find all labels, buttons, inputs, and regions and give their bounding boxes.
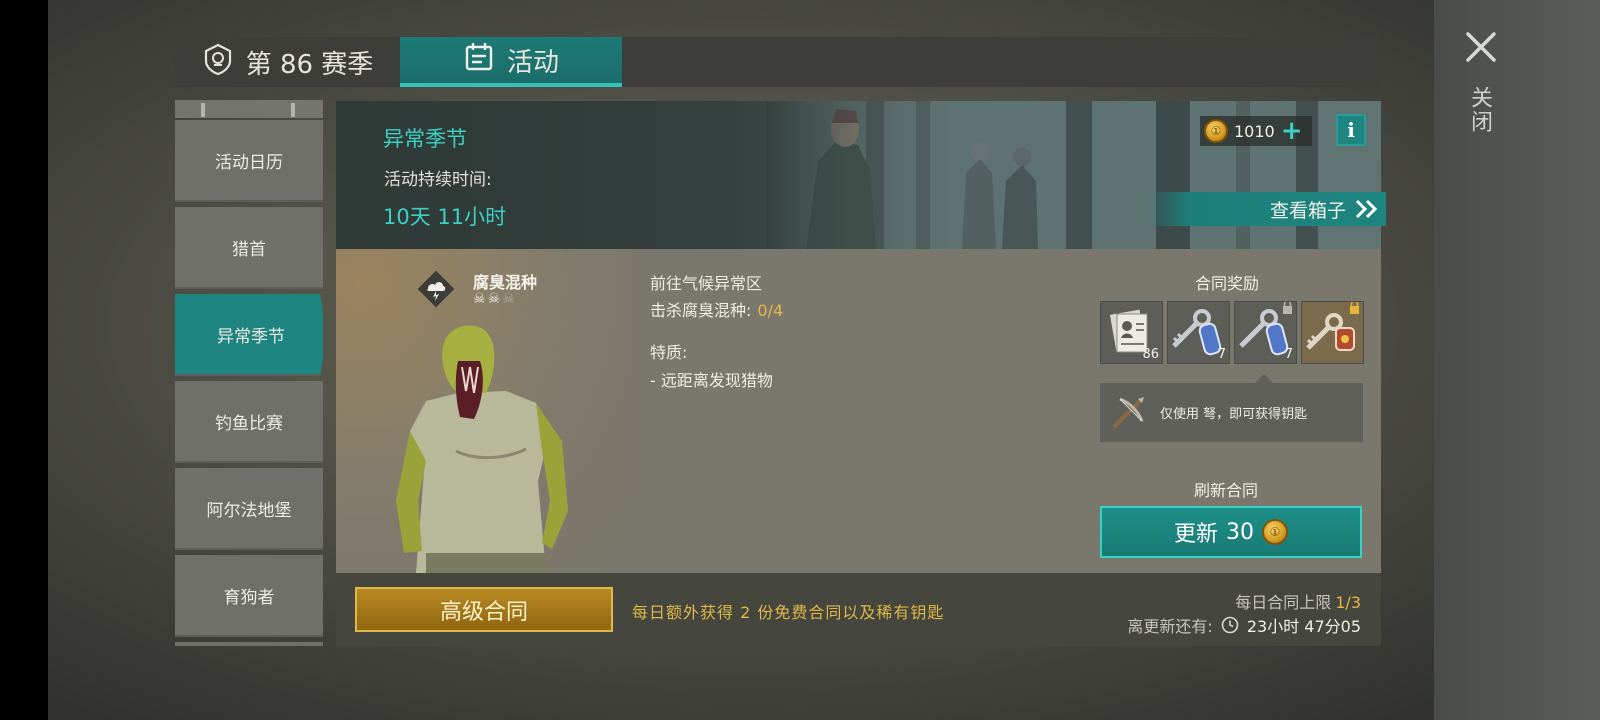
sidebar-item-label: 阿尔法地堡 xyxy=(206,500,292,521)
red-key-locked-icon xyxy=(1306,302,1359,351)
coin-icon xyxy=(1262,519,1288,545)
reward-blue-key-locked[interactable]: 7 xyxy=(1234,301,1297,364)
premium-contract-description: 每日额外获得 2 份免费合同以及稀有钥匙 xyxy=(632,603,945,622)
reward-red-key-locked[interactable] xyxy=(1301,301,1364,364)
reward-condition-text: 仅使用 弩，即可获得钥匙 xyxy=(1160,407,1308,422)
task-goal: 前往气候异常区 xyxy=(650,274,763,293)
next-refresh: 离更新还有: 23小时 47分05 xyxy=(1127,613,1361,637)
close-label[interactable]: 关闭 xyxy=(1467,86,1495,134)
tab-season-label: 第 86 赛季 xyxy=(245,49,374,80)
reward-count: 7 xyxy=(1284,347,1293,362)
sidebar-item-alpha-bunker[interactable]: 阿尔法地堡 xyxy=(175,468,323,550)
task-kill: 击杀腐臭混种: 0/4 xyxy=(650,297,783,321)
view-box-button[interactable]: 查看箱子 xyxy=(1146,192,1386,226)
zombie-portrait xyxy=(396,325,568,573)
tab-bar: 第 86 赛季 活动 xyxy=(175,37,1381,87)
premium-contract-button[interactable]: 高级合同 xyxy=(355,587,613,632)
skull-icon: ☠ xyxy=(473,291,486,307)
event-duration-value: 10天 11小时 xyxy=(383,205,507,229)
next-refresh-label: 离更新还有: xyxy=(1127,617,1213,636)
sidebar: 活动日历 猎首 异常季节 钓鱼比赛 阿尔法地堡 育狗者 xyxy=(175,100,323,646)
sidebar-item-next[interactable] xyxy=(175,642,323,646)
double-chevron-right-icon xyxy=(1355,199,1378,219)
event-title: 异常季节 xyxy=(383,127,467,151)
footer-bar: 高级合同 每日额外获得 2 份免费合同以及稀有钥匙 每日合同上限 1/3 离更新还… xyxy=(336,573,1381,646)
background-right-strip xyxy=(1434,0,1600,720)
daily-limit-value: 1/3 xyxy=(1335,593,1361,612)
sidebar-item-headhunt[interactable]: 猎首 xyxy=(175,207,323,289)
task-kill-label: 击杀腐臭混种: xyxy=(650,301,752,320)
info-button[interactable]: i xyxy=(1336,114,1366,146)
sidebar-item-label: 异常季节 xyxy=(217,326,285,347)
skull-icon: ☠ xyxy=(502,291,515,307)
daily-limit-label: 每日合同上限 xyxy=(1235,593,1332,612)
traits-label: 特质: xyxy=(650,343,688,362)
currency-box: 1010 + xyxy=(1200,116,1312,146)
view-box-label: 查看箱子 xyxy=(1269,199,1346,222)
contract-info-panel: 前往气候异常区 击杀腐臭混种: 0/4 特质: - 远距离发现猎物 合同奖励 86… xyxy=(632,249,1381,573)
reward-condition-note: 仅使用 弩，即可获得钥匙 xyxy=(1100,374,1363,442)
storm-lightning-icon xyxy=(417,270,455,308)
trait-item-label: 远距离发现猎物 xyxy=(660,371,773,390)
reward-dossier[interactable]: 86 xyxy=(1100,301,1163,364)
sidebar-item-label: 猎首 xyxy=(232,239,266,260)
enemy-panel: 腐臭混种 ☠ ☠ ☠ xyxy=(336,249,632,573)
daily-limit: 每日合同上限 1/3 xyxy=(1235,589,1361,613)
refresh-cost: 30 xyxy=(1226,519,1254,545)
sidebar-item-dog-breeder[interactable]: 育狗者 xyxy=(175,555,323,637)
close-icon[interactable] xyxy=(1462,28,1500,66)
sidebar-item-fishing[interactable]: 钓鱼比赛 xyxy=(175,381,323,463)
reward-count: 86 xyxy=(1142,347,1159,362)
difficulty-rating: ☠ ☠ ☠ xyxy=(473,291,515,307)
task-kill-progress: 0/4 xyxy=(757,301,784,320)
coin-icon xyxy=(1204,119,1228,143)
tab-activity-label: 活动 xyxy=(506,47,559,78)
next-refresh-time: 23小时 47分05 xyxy=(1246,617,1361,636)
currency-amount: 1010 xyxy=(1234,121,1275,141)
scroll-notch xyxy=(291,103,295,117)
sidebar-scroll-top xyxy=(175,100,323,118)
sidebar-item-calendar[interactable]: 活动日历 xyxy=(175,120,323,202)
enemy-name: 腐臭混种 xyxy=(473,273,538,292)
rewards-title: 合同奖励 xyxy=(1195,274,1260,293)
tab-season[interactable]: 第 86 赛季 xyxy=(175,37,400,87)
refresh-title: 刷新合同 xyxy=(1194,481,1259,500)
crossbow-icon xyxy=(1112,396,1144,428)
reward-count: 7 xyxy=(1217,347,1226,362)
add-currency-button[interactable]: + xyxy=(1281,118,1303,144)
sidebar-item-label: 育狗者 xyxy=(223,587,275,608)
scroll-notch xyxy=(201,103,205,117)
sidebar-item-anomaly-season[interactable]: 异常季节 xyxy=(175,294,323,376)
tab-activity[interactable]: 活动 xyxy=(400,37,622,87)
sidebar-item-label: 钓鱼比赛 xyxy=(215,413,283,434)
sidebar-item-label: 活动日历 xyxy=(215,152,283,173)
premium-contract-label: 高级合同 xyxy=(439,599,528,625)
trait-item: - 远距离发现猎物 xyxy=(650,371,773,390)
calendar-icon xyxy=(463,41,495,80)
season-badge-icon xyxy=(202,43,234,82)
refresh-contract-button[interactable]: 更新 30 xyxy=(1100,506,1362,558)
skull-icon: ☠ xyxy=(487,291,501,307)
reward-blue-key[interactable]: 7 xyxy=(1167,301,1230,364)
event-duration-label: 活动持续时间: xyxy=(384,170,492,190)
refresh-button-label: 更新 xyxy=(1173,522,1218,547)
clock-icon xyxy=(1221,616,1239,634)
